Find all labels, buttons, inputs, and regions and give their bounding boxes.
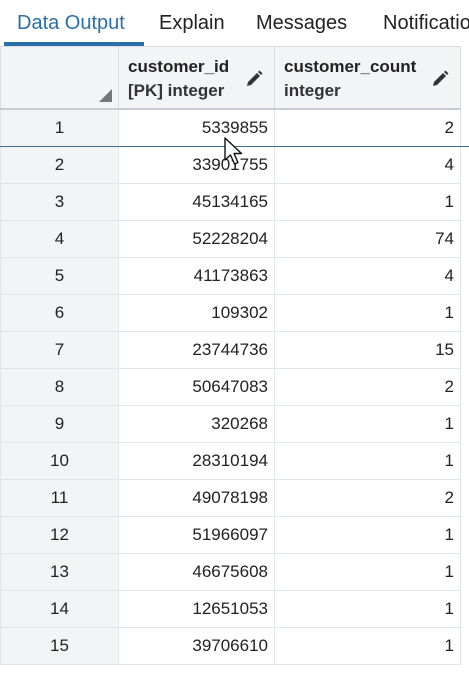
row-number[interactable]: 5 xyxy=(0,257,119,295)
cell-customer-id[interactable]: 109302 xyxy=(118,294,275,332)
cell-customer-count[interactable]: 1 xyxy=(274,590,461,628)
row-gutter xyxy=(460,146,469,184)
cell-customer-count[interactable]: 1 xyxy=(274,294,461,332)
row-gutter xyxy=(460,627,469,665)
cell-customer-count[interactable]: 1 xyxy=(274,516,461,554)
table-row[interactable]: 5 41173863 4 xyxy=(0,257,469,295)
table-row[interactable]: 11 49078198 2 xyxy=(0,479,469,517)
table-row[interactable]: 13 46675608 1 xyxy=(0,553,469,591)
tab-messages[interactable]: Messages xyxy=(256,0,347,46)
cell-customer-id[interactable]: 39706610 xyxy=(118,627,275,665)
table-row[interactable]: 1 5339855 2 xyxy=(0,108,469,147)
row-number[interactable]: 7 xyxy=(0,331,119,369)
row-number[interactable]: 8 xyxy=(0,368,119,406)
cell-customer-id[interactable]: 12651053 xyxy=(118,590,275,628)
tab-data-output[interactable]: Data Output xyxy=(17,0,125,46)
cell-customer-id[interactable]: 320268 xyxy=(118,405,275,443)
table-row[interactable]: 2 33901755 4 xyxy=(0,146,469,184)
row-number[interactable]: 13 xyxy=(0,553,119,591)
cell-customer-count[interactable]: 4 xyxy=(274,257,461,295)
row-gutter xyxy=(460,590,469,628)
tab-notifications[interactable]: Notifications xyxy=(383,0,469,46)
row-gutter xyxy=(460,331,469,369)
pencil-icon[interactable] xyxy=(244,69,264,89)
column-type: integer xyxy=(284,81,341,100)
row-number[interactable]: 12 xyxy=(0,516,119,554)
table-row[interactable]: 3 45134165 1 xyxy=(0,183,469,221)
row-gutter xyxy=(460,183,469,221)
cell-customer-id[interactable]: 51966097 xyxy=(118,516,275,554)
cell-customer-count[interactable]: 1 xyxy=(274,553,461,591)
row-number[interactable]: 6 xyxy=(0,294,119,332)
cell-customer-id[interactable]: 33901755 xyxy=(118,146,275,184)
cell-customer-id[interactable]: 52228204 xyxy=(118,220,275,258)
row-number[interactable]: 1 xyxy=(0,108,119,147)
cell-customer-id[interactable]: 49078198 xyxy=(118,479,275,517)
cell-customer-count[interactable]: 2 xyxy=(274,108,461,147)
cell-customer-count[interactable]: 4 xyxy=(274,146,461,184)
row-number[interactable]: 2 xyxy=(0,146,119,184)
row-number[interactable]: 9 xyxy=(0,405,119,443)
table-row[interactable]: 8 50647083 2 xyxy=(0,368,469,406)
cell-customer-count[interactable]: 74 xyxy=(274,220,461,258)
data-grid: customer_id [PK] integer customer_count … xyxy=(0,46,469,665)
cell-customer-count[interactable]: 2 xyxy=(274,368,461,406)
cell-customer-id[interactable]: 23744736 xyxy=(118,331,275,369)
row-number[interactable]: 15 xyxy=(0,627,119,665)
row-gutter xyxy=(460,479,469,517)
cell-customer-count[interactable]: 1 xyxy=(274,183,461,221)
cell-customer-id[interactable]: 46675608 xyxy=(118,553,275,591)
table-row[interactable]: 6 109302 1 xyxy=(0,294,469,332)
cell-customer-id[interactable]: 28310194 xyxy=(118,442,275,480)
row-gutter xyxy=(460,220,469,258)
table-row[interactable]: 9 320268 1 xyxy=(0,405,469,443)
row-gutter xyxy=(460,405,469,443)
cell-customer-id[interactable]: 5339855 xyxy=(118,108,275,147)
grid-scroll-gutter xyxy=(460,46,469,109)
row-number[interactable]: 3 xyxy=(0,183,119,221)
row-gutter xyxy=(460,553,469,591)
row-number[interactable]: 4 xyxy=(0,220,119,258)
cell-customer-count[interactable]: 15 xyxy=(274,331,461,369)
cell-customer-count[interactable]: 1 xyxy=(274,442,461,480)
row-gutter xyxy=(460,257,469,295)
cell-customer-count[interactable]: 2 xyxy=(274,479,461,517)
row-number[interactable]: 10 xyxy=(0,442,119,480)
cell-customer-id[interactable]: 45134165 xyxy=(118,183,275,221)
cell-customer-id[interactable]: 50647083 xyxy=(118,368,275,406)
row-number[interactable]: 14 xyxy=(0,590,119,628)
grid-header-row: customer_id [PK] integer customer_count … xyxy=(0,46,469,110)
select-all-corner[interactable] xyxy=(0,46,119,110)
table-row[interactable]: 10 28310194 1 xyxy=(0,442,469,480)
table-row[interactable]: 15 39706610 1 xyxy=(0,627,469,665)
pencil-icon[interactable] xyxy=(430,69,450,89)
column-header-customer-id[interactable]: customer_id [PK] integer xyxy=(118,46,275,110)
column-name: customer_id xyxy=(128,57,230,76)
cell-customer-id[interactable]: 41173863 xyxy=(118,257,275,295)
select-all-icon xyxy=(99,89,112,102)
row-gutter xyxy=(460,109,469,147)
table-row[interactable]: 12 51966097 1 xyxy=(0,516,469,554)
column-header-customer-count[interactable]: customer_count integer xyxy=(274,46,461,110)
table-row[interactable]: 14 12651053 1 xyxy=(0,590,469,628)
table-row[interactable]: 4 52228204 74 xyxy=(0,220,469,258)
results-tabbar: Data Output Explain Messages Notificatio… xyxy=(0,0,469,46)
tab-explain[interactable]: Explain xyxy=(159,0,225,46)
cell-customer-count[interactable]: 1 xyxy=(274,627,461,665)
row-number[interactable]: 11 xyxy=(0,479,119,517)
row-gutter xyxy=(460,516,469,554)
cell-customer-count[interactable]: 1 xyxy=(274,405,461,443)
row-gutter xyxy=(460,368,469,406)
column-type: [PK] integer xyxy=(128,81,225,100)
row-gutter xyxy=(460,442,469,480)
table-row[interactable]: 7 23744736 15 xyxy=(0,331,469,369)
column-name: customer_count xyxy=(284,57,417,76)
row-gutter xyxy=(460,294,469,332)
